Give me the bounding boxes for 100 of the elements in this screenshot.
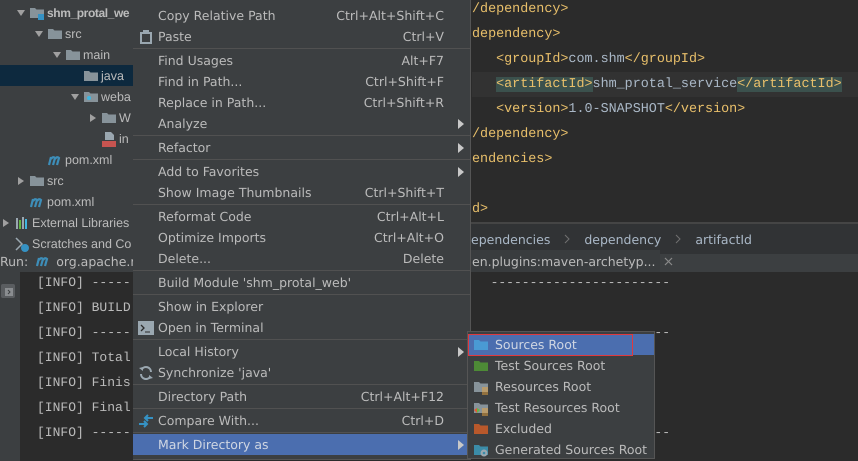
shortcut-label: Ctrl+D <box>402 413 445 428</box>
menu-item-label: Reformat Code <box>158 209 252 224</box>
tree-item[interactable]: src <box>65 26 82 40</box>
menu-item-label: Mark Directory as <box>158 437 270 452</box>
submenu-item-label: Test Resources Root <box>495 400 620 415</box>
menu-item-label: Find in Path... <box>158 74 244 89</box>
tree-item[interactable]: main <box>83 48 110 62</box>
submenu-item[interactable]: Generated Sources Root <box>468 439 654 460</box>
tree-item[interactable]: shm_protal_we <box>47 6 130 20</box>
submenu-item-label: Excluded <box>495 421 552 436</box>
menu-item[interactable]: Synchronize 'java' <box>133 362 470 383</box>
console-line: [INFO] ----- <box>37 425 132 440</box>
menu-item[interactable]: Mark Directory as <box>133 434 470 455</box>
tree-item[interactable]: weba <box>101 90 131 104</box>
menu-item-label: Analyze <box>158 116 208 131</box>
layout-icon[interactable] <box>0 283 16 299</box>
shortcut-label: Alt+F7 <box>401 53 445 68</box>
menu-item-label: Compare With... <box>158 413 260 428</box>
code-line: <version>1.0-SNAPSHOT</version> <box>495 102 746 117</box>
collapsed-arrow-icon[interactable] <box>88 112 98 122</box>
menu-item-label: Show in Explorer <box>158 299 264 314</box>
menu-item[interactable]: Delete... Delete <box>133 248 470 269</box>
tree-item[interactable]: W <box>119 110 131 124</box>
chevron-icon <box>675 234 682 244</box>
code-line: endencies> <box>472 152 552 167</box>
menu-item[interactable]: Copy Relative Path Ctrl+Alt+Shift+C <box>133 5 470 26</box>
run-config-tab[interactable]: org.apache.r <box>56 254 136 268</box>
console-line: [INFO] ----- <box>37 325 132 340</box>
menu-item[interactable]: Directory Path Ctrl+Alt+F12 <box>133 386 470 407</box>
shortcut-label: Ctrl+Alt+F12 <box>360 389 445 404</box>
shortcut-label: Ctrl+Alt+O <box>374 230 445 245</box>
console-line: -- <box>654 425 670 440</box>
breadcrumb[interactable]: artifactId <box>695 232 752 246</box>
tree-item[interactable]: src <box>47 174 64 188</box>
submenu-item[interactable]: Test Sources Root <box>468 355 654 376</box>
menu-item[interactable]: Replace in Path... Ctrl+Shift+R <box>133 92 470 113</box>
breadcrumb[interactable]: dependency <box>584 232 662 246</box>
collapsed-arrow-icon[interactable] <box>16 176 26 186</box>
menu-item[interactable]: Reformat Code Ctrl+Alt+L <box>133 206 470 227</box>
submenu-item[interactable]: Test Resources Root <box>468 397 654 418</box>
compare-arrows-icon <box>138 412 154 428</box>
scratches-icon <box>14 236 30 252</box>
menu-item[interactable]: Show in Explorer <box>133 296 470 317</box>
shortcut-label: Ctrl+Shift+T <box>364 185 445 200</box>
menu-item[interactable]: Open in Terminal <box>133 317 470 338</box>
menu-item[interactable]: Optimize Imports Ctrl+Alt+O <box>133 227 470 248</box>
tree-item[interactable]: Scratches and Co <box>32 236 132 250</box>
expanded-arrow-icon[interactable] <box>52 50 62 60</box>
tree-item[interactable]: External Libraries <box>32 216 130 230</box>
menu-item[interactable]: Show Image Thumbnails Ctrl+Shift+T <box>133 182 470 203</box>
shortcut-label: Ctrl+Alt+Shift+C <box>336 8 445 23</box>
menu-item-label: Add to Favorites <box>158 164 260 179</box>
shortcut-label: Ctrl+Shift+F <box>365 74 445 89</box>
close-icon[interactable] <box>664 256 672 266</box>
menu-item-label: Paste <box>158 29 193 44</box>
menu-item-label: Local History <box>158 344 240 359</box>
expanded-arrow-icon[interactable] <box>34 28 44 38</box>
console-line: [INFO] Total <box>37 350 132 365</box>
menu-item-label: Copy Relative Path <box>158 8 277 23</box>
tree-item[interactable]: pom.xml <box>47 194 94 208</box>
menu-item[interactable]: Build Module 'shm_protal_web' <box>133 272 470 293</box>
menu-item-label: Open in Terminal <box>158 320 265 335</box>
submenu-item[interactable]: Sources Root <box>468 334 654 355</box>
shortcut-label: Ctrl+Alt+L <box>376 209 445 224</box>
console-line: [INFO] Final <box>37 400 132 415</box>
terminal-icon <box>138 320 154 334</box>
selected-tree-row[interactable]: java <box>0 65 133 86</box>
collapsed-arrow-icon[interactable] <box>1 218 11 228</box>
menu-item-label: Refactor <box>158 140 212 155</box>
expanded-arrow-icon[interactable] <box>70 92 80 102</box>
console-line: [INFO] ----- <box>37 275 132 290</box>
code-line: /dependency> <box>472 127 568 142</box>
menu-item[interactable]: Add to Favorites <box>133 161 470 182</box>
menu-item[interactable]: Analyze <box>133 113 470 134</box>
expanded-arrow-icon[interactable] <box>16 8 26 18</box>
menu-item-label: Optimize Imports <box>158 230 268 245</box>
menu-item[interactable]: Refactor <box>133 137 470 158</box>
jsp-file-icon <box>101 130 117 146</box>
breadcrumb[interactable]: ependencies <box>471 232 550 246</box>
menu-item[interactable]: Compare With... Ctrl+D <box>133 410 470 431</box>
code-line: <groupId>com.shm</groupId> <box>495 52 706 67</box>
menu-item[interactable]: Find Usages Alt+F7 <box>133 50 470 71</box>
shortcut-label: Delete <box>402 251 445 266</box>
tree-item[interactable]: in <box>119 132 129 146</box>
run-tab-label: en.plugins:maven-archetyp... <box>472 254 656 268</box>
libraries-icon <box>14 214 30 230</box>
menu-item[interactable]: Local History <box>133 341 470 362</box>
menu-item[interactable]: Paste Ctrl+V <box>133 26 470 47</box>
submenu-item-label: Test Sources Root <box>495 358 606 373</box>
submenu-item[interactable]: Excluded <box>468 418 654 439</box>
code-line: dependency> <box>472 27 560 42</box>
run-label: Run: <box>0 254 28 268</box>
menu-item-label: Delete... <box>158 251 212 266</box>
menu-item-label: Show Image Thumbnails <box>158 185 312 200</box>
tree-item[interactable]: java <box>101 68 124 82</box>
console-line: ----------------------- <box>490 275 670 290</box>
menu-item[interactable]: Find in Path... Ctrl+Shift+F <box>133 71 470 92</box>
tree-item[interactable]: pom.xml <box>65 152 112 166</box>
menu-item-label: Replace in Path... <box>158 95 268 110</box>
submenu-item[interactable]: Resources Root <box>468 376 654 397</box>
